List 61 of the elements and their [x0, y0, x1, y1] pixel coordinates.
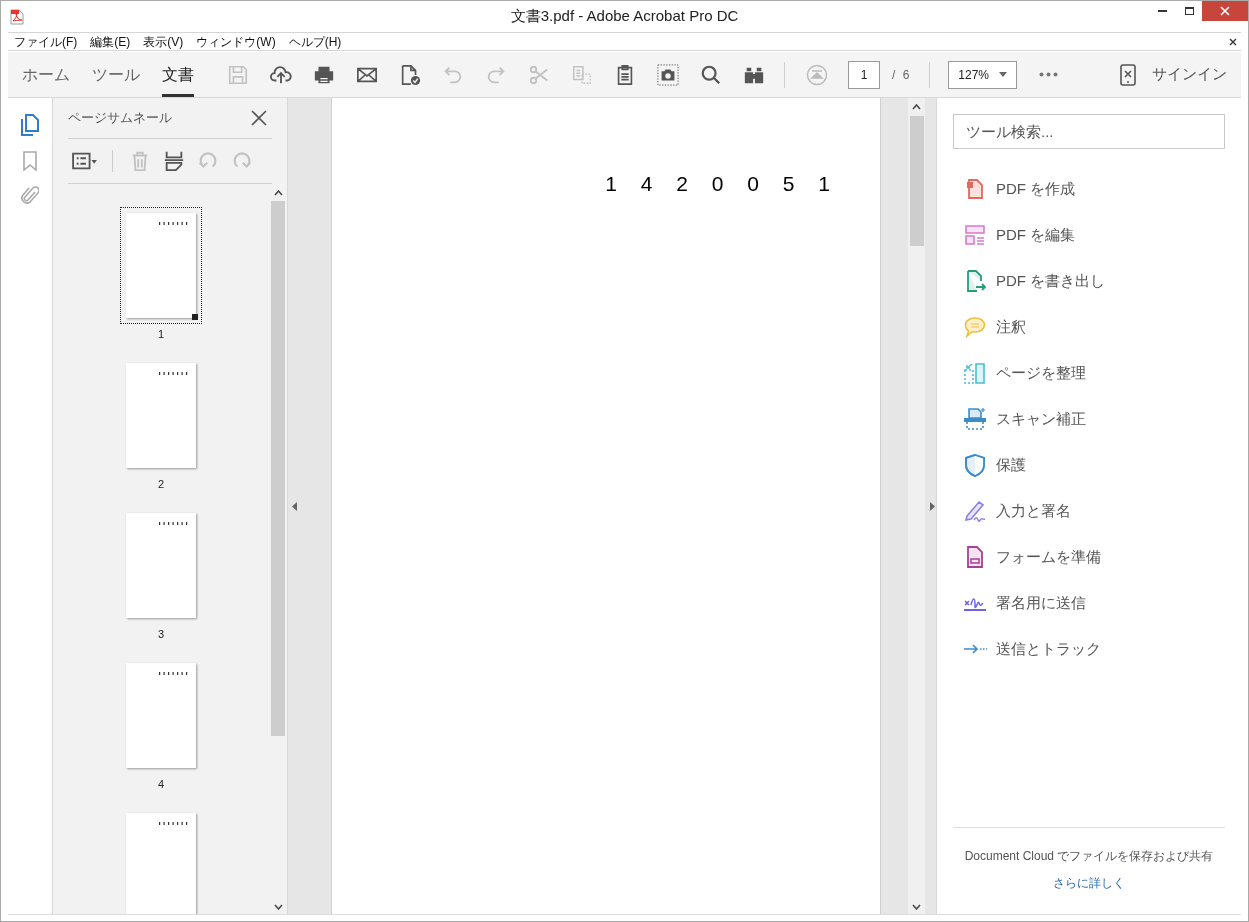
- scanner-icon: [963, 407, 987, 431]
- menu-item[interactable]: ヘルプ(H): [288, 32, 342, 51]
- speech-bubble-icon: [963, 315, 987, 339]
- pages-icon[interactable]: [20, 114, 40, 136]
- panel-title: ページサムネール: [68, 109, 172, 128]
- layout-icon: [963, 223, 987, 247]
- learn-more-link[interactable]: さらに詳しく: [1053, 874, 1125, 892]
- close-icon[interactable]: [251, 110, 267, 126]
- menu-item[interactable]: 表示(V): [143, 32, 184, 51]
- menu-item[interactable]: 編集(E): [90, 32, 131, 51]
- menu-item[interactable]: ファイル(F): [14, 32, 78, 51]
- camera-icon[interactable]: [656, 63, 679, 86]
- page-organize-icon: [963, 361, 987, 385]
- tool-item[interactable]: フォームを準備: [953, 534, 1225, 580]
- scrollbar-thumb[interactable]: [271, 201, 285, 736]
- more-icon[interactable]: [1039, 72, 1059, 77]
- scroll-up-icon[interactable]: [273, 190, 283, 196]
- sign-in-link[interactable]: サインイン: [1152, 63, 1227, 86]
- page-number: 2: [157, 477, 165, 492]
- document-text: 1 4 2 0 0 5 1: [605, 171, 830, 197]
- tool-item[interactable]: 署名用に送信: [953, 580, 1225, 626]
- window-title: 文書3.pdf - Adobe Acrobat Pro DC: [510, 6, 739, 27]
- close-icon: [1220, 6, 1230, 16]
- tool-item[interactable]: PDF を作成: [953, 166, 1225, 212]
- scroll-down-icon[interactable]: [912, 904, 921, 910]
- tool-search-field[interactable]: ツール検索...: [953, 114, 1225, 149]
- tool-item[interactable]: 注釈: [953, 304, 1225, 350]
- paperclip-icon[interactable]: [21, 186, 39, 206]
- scroll-up-icon[interactable]: [912, 104, 921, 110]
- tool-item[interactable]: 送信とトラック: [953, 626, 1225, 672]
- page-number: 1: [157, 327, 165, 342]
- insert-page-icon[interactable]: [163, 150, 185, 172]
- footer-text: Document Cloud でファイルを保存および共有: [964, 848, 1214, 865]
- app-icon: [10, 8, 24, 25]
- list-options-icon[interactable]: [70, 150, 100, 172]
- tool-item[interactable]: PDF を編集: [953, 212, 1225, 258]
- collapse-left-icon[interactable]: [292, 502, 297, 511]
- page-number: 3: [157, 627, 165, 642]
- zoom-value: 127%: [958, 66, 990, 84]
- tool-item[interactable]: ページを整理: [953, 350, 1225, 396]
- mobile-icon[interactable]: [1120, 63, 1136, 86]
- tool-item[interactable]: 入力と署名: [953, 488, 1225, 534]
- shield-icon: [963, 453, 987, 477]
- page-thumbnail[interactable]: [120, 207, 202, 324]
- tab[interactable]: ツール: [92, 52, 140, 97]
- pen-signature-icon: [963, 499, 987, 523]
- search-icon[interactable]: [699, 63, 722, 86]
- page-number-field[interactable]: 1: [848, 60, 880, 89]
- close-document-icon[interactable]: [1229, 37, 1237, 46]
- tool-item[interactable]: 保護: [953, 442, 1225, 488]
- tab[interactable]: ホーム: [22, 52, 70, 97]
- page-total: / 6: [892, 66, 912, 84]
- tool-item[interactable]: スキャン補正: [953, 396, 1225, 442]
- scroll-down-icon[interactable]: [273, 904, 283, 910]
- cloud-upload-icon[interactable]: [269, 63, 292, 86]
- caret-icon: [999, 72, 1008, 77]
- page-number: 4: [157, 777, 165, 792]
- menu-item[interactable]: ウィンドウ(W): [196, 32, 276, 51]
- zoom-dropdown[interactable]: 127%: [948, 60, 1018, 89]
- scrollbar-thumb[interactable]: [909, 116, 924, 246]
- tool-item[interactable]: PDF を書き出し: [953, 258, 1225, 304]
